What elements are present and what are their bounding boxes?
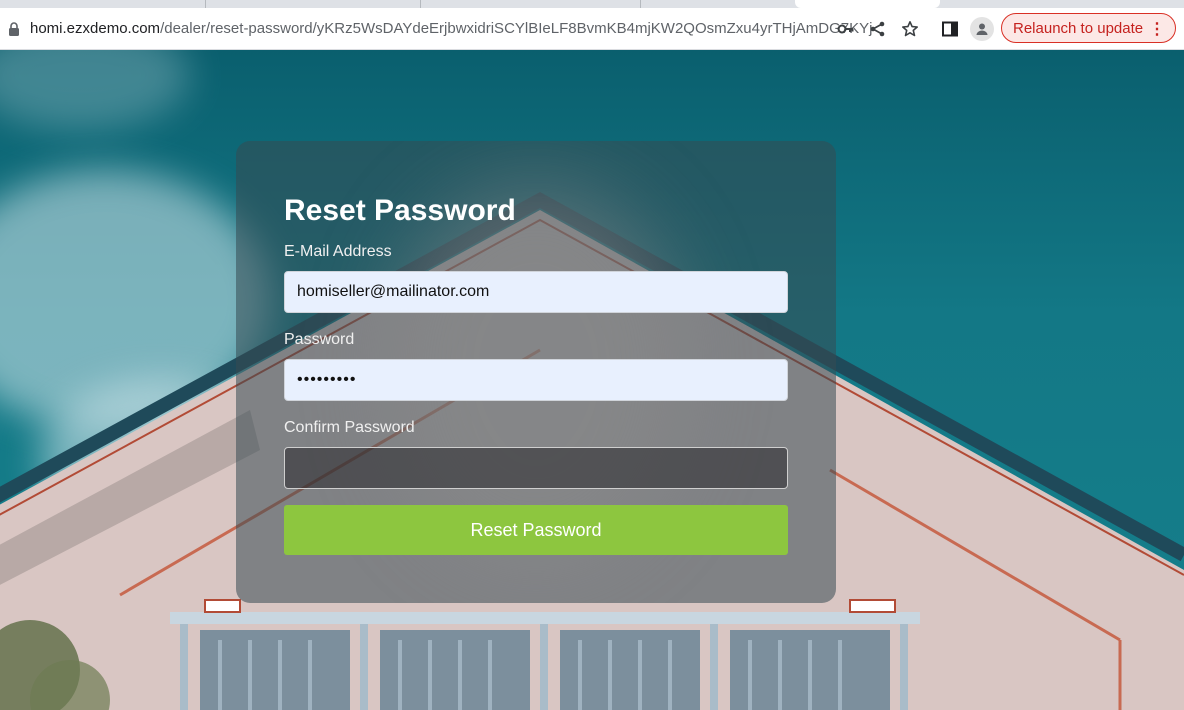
- confirm-password-label: Confirm Password: [284, 419, 415, 436]
- tab-divider: [420, 0, 421, 8]
- key-icon[interactable]: [835, 18, 857, 40]
- share-icon[interactable]: [867, 18, 889, 40]
- address-bar[interactable]: homi.ezxdemo.com/dealer/reset-password/y…: [30, 19, 872, 39]
- confirm-password-field[interactable]: [284, 447, 788, 489]
- tab-divider: [205, 0, 206, 8]
- browser-toolbar: homi.ezxdemo.com/dealer/reset-password/y…: [0, 8, 1184, 50]
- tab-strip: [0, 0, 1184, 8]
- active-tab[interactable]: [795, 0, 940, 8]
- profile-icon[interactable]: [970, 17, 994, 41]
- lock-icon[interactable]: [8, 22, 20, 36]
- email-label: E-Mail Address: [284, 243, 392, 260]
- reset-password-button[interactable]: Reset Password: [284, 505, 788, 555]
- url-host: homi.ezxdemo.com: [30, 20, 161, 37]
- side-panel-icon[interactable]: [939, 18, 961, 40]
- page-title: Reset Password: [284, 194, 516, 227]
- password-label: Password: [284, 331, 355, 348]
- star-icon[interactable]: [899, 18, 921, 40]
- reset-password-card: Reset Password E-Mail Address Password C…: [236, 141, 836, 603]
- url-path: /dealer/reset-password/yKRz5WsDAYdeErjbw…: [160, 20, 873, 37]
- password-field[interactable]: [284, 359, 788, 401]
- tab-divider: [640, 0, 641, 8]
- more-icon[interactable]: ⋮: [1149, 19, 1165, 39]
- email-field[interactable]: [284, 271, 788, 313]
- relaunch-button[interactable]: Relaunch to update ⋮: [1001, 13, 1176, 43]
- relaunch-label: Relaunch to update: [1013, 19, 1144, 37]
